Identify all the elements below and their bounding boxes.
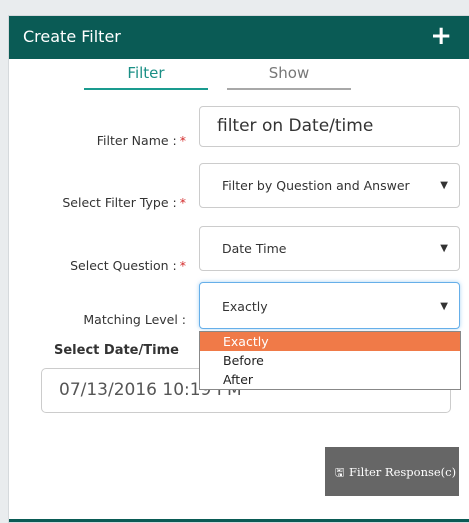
filter-name-label: Filter Name : *: [97, 133, 186, 148]
question-label-text: Select Question :: [70, 258, 177, 273]
matching-level-select[interactable]: Exactly ▼: [199, 282, 460, 329]
matching-level-label: Matching Level :: [83, 312, 186, 327]
option-before[interactable]: Before: [200, 351, 460, 370]
option-after[interactable]: After: [200, 370, 460, 389]
caret-down-icon: ▼: [440, 180, 448, 191]
tab-show[interactable]: Show: [227, 64, 351, 90]
caret-down-icon: ▼: [440, 301, 448, 312]
question-value: Date Time: [222, 241, 287, 256]
filter-type-label: Select Filter Type : *: [62, 195, 186, 210]
plus-icon[interactable]: +: [430, 21, 452, 51]
filter-name-value: filter on Date/time: [217, 116, 374, 136]
required-mark: *: [179, 195, 186, 210]
tab-filter[interactable]: Filter: [84, 64, 208, 90]
option-exactly[interactable]: Exactly: [200, 332, 460, 351]
matching-level-options: Exactly Before After: [199, 331, 461, 390]
filter-response-button[interactable]: 🖫 Filter Response(c): [325, 447, 459, 496]
question-label: Select Question : *: [70, 258, 186, 273]
required-mark: *: [179, 133, 186, 148]
caret-down-icon: ▼: [440, 243, 448, 254]
matching-level-value: Exactly: [222, 299, 268, 314]
filter-name-label-text: Filter Name :: [96, 133, 177, 148]
question-select[interactable]: Date Time ▼: [199, 226, 460, 271]
panel-header: Create Filter +: [9, 16, 469, 59]
filter-response-label: Filter Response(c): [349, 465, 457, 479]
required-mark: *: [179, 258, 186, 273]
filter-type-select[interactable]: Filter by Question and Answer ▼: [199, 163, 460, 208]
save-icon: 🖫: [335, 466, 345, 479]
filter-type-label-text: Select Filter Type :: [62, 195, 177, 210]
filter-name-input[interactable]: filter on Date/time: [199, 106, 460, 147]
date-time-label: Select Date/Time: [54, 343, 179, 358]
panel-title: Create Filter: [23, 27, 121, 46]
filter-type-value: Filter by Question and Answer: [222, 178, 410, 193]
